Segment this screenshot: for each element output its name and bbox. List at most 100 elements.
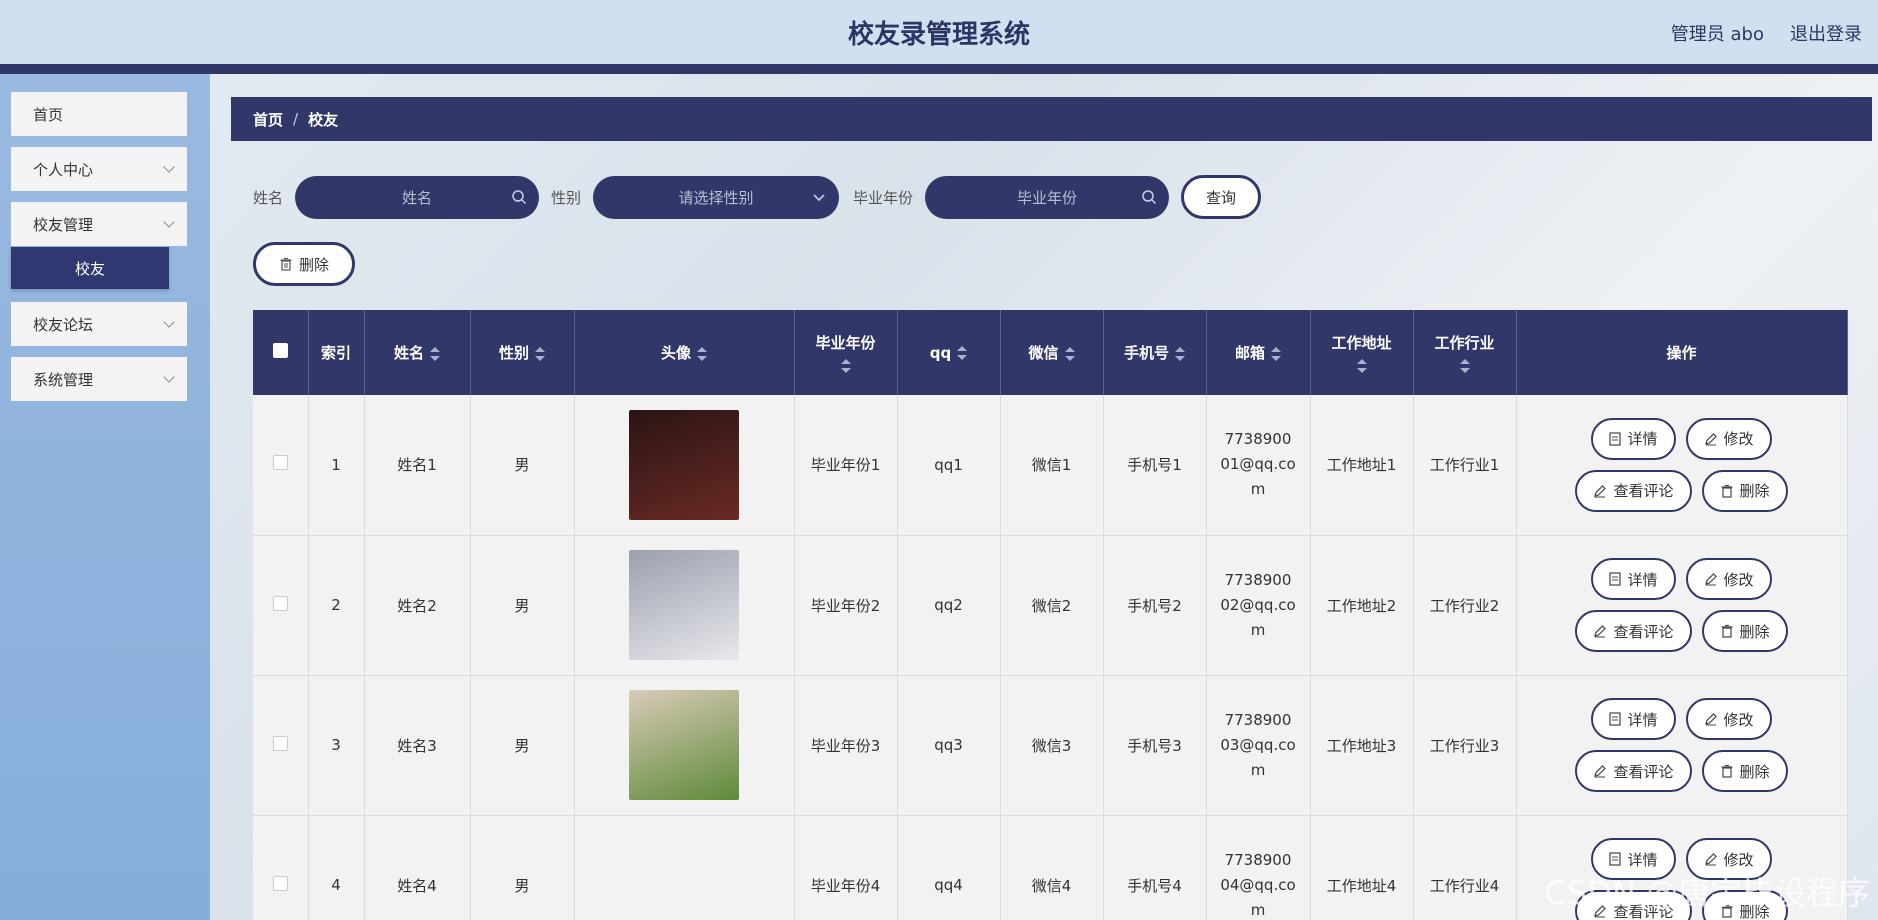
cell-avatar	[574, 395, 795, 536]
pencil-icon	[1594, 765, 1607, 778]
sort-icon[interactable]	[1064, 346, 1075, 361]
button-label: 详情	[1627, 430, 1658, 449]
column-header-qq[interactable]: qq	[897, 310, 1001, 395]
alumni-table: 索引 姓名 性别 头像 毕业年份 qq 微信 手机号 邮箱 工作地址 工作行业 …	[253, 310, 1848, 920]
row-checkbox[interactable]	[272, 735, 288, 751]
cell-name: 姓名4	[364, 815, 471, 920]
sidebar-item-system-management[interactable]: 系统管理	[11, 357, 187, 401]
cell-name: 姓名2	[364, 535, 471, 676]
sort-icon[interactable]	[840, 359, 851, 373]
sort-icon[interactable]	[1459, 359, 1470, 373]
cell-qq: qq1	[897, 395, 1001, 536]
detail-button[interactable]: 详情	[1591, 417, 1676, 460]
cell-gender: 男	[470, 675, 575, 816]
pencil-icon	[1594, 484, 1607, 498]
sidebar-item-alumni-management[interactable]: 校友管理	[11, 202, 187, 246]
column-header-industry[interactable]: 工作行业	[1413, 310, 1517, 395]
cell-industry: 工作行业2	[1413, 535, 1517, 676]
sort-icon[interactable]	[1356, 359, 1367, 373]
row-checkbox[interactable]	[272, 455, 288, 471]
edit-button[interactable]: 修改	[1685, 558, 1772, 600]
avatar	[629, 690, 739, 800]
breadcrumb-home[interactable]: 首页	[253, 109, 283, 130]
sidebar-item-home[interactable]: 首页	[11, 92, 187, 136]
gender-select[interactable]: 请选择性别	[593, 175, 840, 219]
header-select-all	[253, 310, 309, 395]
column-header-email[interactable]: 邮箱	[1206, 310, 1311, 395]
sort-icon[interactable]	[697, 346, 707, 361]
column-header-avatar[interactable]: 头像	[574, 310, 795, 395]
view-comments-button[interactable]: 查看评论	[1575, 610, 1692, 652]
cell-avatar	[574, 815, 795, 920]
sidebar-subitem-alumni[interactable]: 校友	[11, 247, 169, 289]
select-all-checkbox[interactable]	[272, 343, 288, 358]
cell-wechat: 微信2	[1000, 535, 1104, 676]
button-label: 修改	[1723, 710, 1754, 729]
column-header-phone[interactable]: 手机号	[1103, 310, 1207, 395]
cell-qq: qq4	[897, 815, 1001, 920]
column-header-name[interactable]: 姓名	[364, 310, 471, 395]
app-title: 校友录管理系统	[847, 20, 1030, 50]
cell-phone: 手机号1	[1103, 395, 1207, 536]
column-header-wechat[interactable]: 微信	[1000, 310, 1104, 395]
cell-name: 姓名3	[364, 675, 471, 816]
trash-icon	[1721, 764, 1732, 778]
delete-button[interactable]: 删除	[1701, 610, 1788, 652]
view-comments-button[interactable]: 查看评论	[1575, 469, 1692, 512]
column-header-graduation-year[interactable]: 毕业年份	[794, 310, 898, 395]
query-button[interactable]: 查询	[1181, 175, 1262, 219]
logout-link[interactable]: 退出登录	[1790, 20, 1862, 46]
row-checkbox[interactable]	[272, 875, 288, 891]
select-placeholder: 请选择性别	[678, 188, 754, 207]
document-icon	[1609, 432, 1622, 446]
cell-gender: 男	[470, 395, 575, 536]
avatar	[629, 409, 739, 520]
sidebar-item-label: 校友论坛	[33, 315, 94, 334]
detail-button[interactable]: 详情	[1591, 698, 1676, 740]
edit-button[interactable]: 修改	[1685, 698, 1772, 740]
chevron-down-icon	[163, 161, 175, 173]
cell-email: 773890003@qq.com	[1206, 675, 1311, 816]
sidebar-item-alumni-forum[interactable]: 校友论坛	[11, 302, 187, 346]
pencil-icon	[1594, 625, 1607, 638]
name-search-input[interactable]: 姓名	[295, 175, 540, 219]
detail-button[interactable]: 详情	[1591, 558, 1676, 600]
sort-icon[interactable]	[1271, 346, 1281, 361]
input-placeholder: 毕业年份	[1017, 188, 1078, 207]
cell-wechat: 微信1	[1000, 395, 1104, 536]
button-label: 修改	[1723, 570, 1754, 589]
cell-phone: 手机号4	[1103, 815, 1207, 920]
sort-icon[interactable]	[957, 346, 968, 360]
sidebar-item-personal-center[interactable]: 个人中心	[11, 147, 187, 191]
cell-industry: 工作行业1	[1413, 395, 1517, 536]
column-header-gender[interactable]: 性别	[470, 310, 575, 395]
cell-index: 3	[308, 675, 365, 816]
chevron-down-icon	[813, 193, 825, 201]
edit-button[interactable]: 修改	[1685, 417, 1772, 460]
column-header-work-address[interactable]: 工作地址	[1310, 310, 1414, 395]
document-icon	[1609, 572, 1622, 586]
pencil-icon	[1704, 713, 1717, 726]
cell-name: 姓名1	[364, 395, 471, 536]
delete-button[interactable]: 删除	[1701, 469, 1788, 512]
sort-icon[interactable]	[1175, 346, 1185, 361]
breadcrumb-current: 校友	[308, 110, 339, 129]
button-label: 删除	[1739, 622, 1770, 641]
cell-work-address: 工作地址2	[1310, 535, 1414, 676]
gender-label: 性别	[551, 188, 582, 207]
cell-gender: 男	[470, 815, 575, 920]
input-placeholder: 姓名	[402, 188, 433, 207]
cell-qq: qq3	[897, 675, 1001, 816]
sort-icon[interactable]	[430, 346, 440, 361]
row-checkbox[interactable]	[272, 595, 288, 611]
year-search-input[interactable]: 毕业年份	[925, 175, 1170, 219]
search-bar: 姓名 姓名 性别 请选择性别 毕业年份 毕业年份 查询	[253, 175, 1262, 219]
sort-icon[interactable]	[535, 346, 545, 361]
cell-graduation-year: 毕业年份2	[794, 535, 898, 676]
delete-button[interactable]: 删除	[1701, 750, 1788, 792]
search-icon	[1142, 189, 1157, 204]
view-comments-button[interactable]: 查看评论	[1575, 750, 1692, 792]
cell-index: 4	[308, 815, 365, 920]
bulk-delete-button[interactable]: 删除	[253, 242, 355, 286]
sidebar-item-label: 个人中心	[33, 160, 94, 179]
